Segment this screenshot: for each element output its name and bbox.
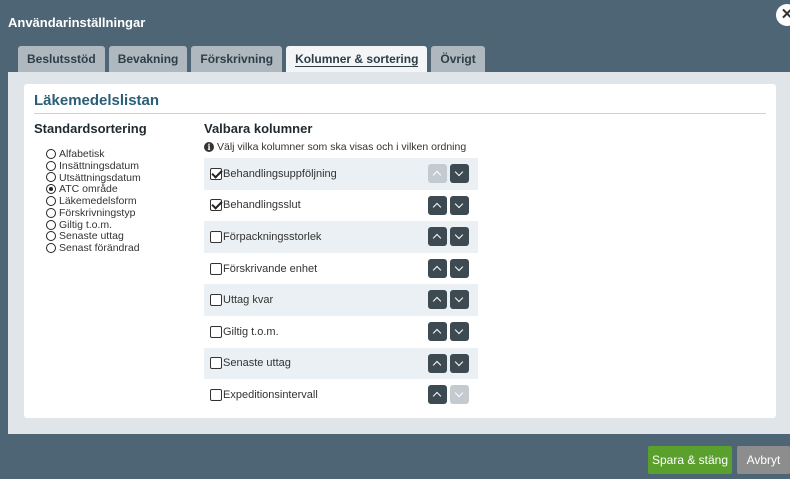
section-title: Läkemedelslistan bbox=[34, 92, 160, 109]
column-checkbox[interactable] bbox=[210, 357, 222, 370]
tab-kolumner-sortering[interactable]: Kolumner & sortering bbox=[286, 46, 428, 72]
settings-card: Läkemedelslistan Standardsortering Valba… bbox=[24, 84, 776, 418]
sort-option[interactable]: Senaste uttag bbox=[46, 230, 141, 243]
sort-option[interactable]: Utsättningsdatum bbox=[46, 172, 141, 184]
radio-button[interactable] bbox=[46, 160, 56, 171]
reorder-buttons bbox=[428, 164, 469, 183]
column-checkbox[interactable] bbox=[210, 230, 222, 243]
columns-list: Behandlingsuppföljning Behandlingsslut För… bbox=[204, 158, 478, 411]
sorting-heading: Standardsortering bbox=[34, 121, 147, 136]
column-checkbox[interactable] bbox=[210, 199, 222, 212]
tab-bevakning[interactable]: Bevakning bbox=[108, 46, 188, 72]
move-up-icon[interactable] bbox=[428, 353, 447, 373]
column-label: Förskrivande enhet bbox=[223, 262, 318, 275]
radio-button[interactable] bbox=[46, 148, 56, 159]
column-row: Giltig t.o.m. bbox=[204, 316, 478, 348]
move-up-icon[interactable] bbox=[428, 227, 447, 247]
sort-option-label: Insättningsdatum bbox=[59, 159, 139, 172]
sort-option-label: Utsättningsdatum bbox=[59, 171, 141, 184]
sort-option[interactable]: Alfabetisk bbox=[46, 148, 141, 160]
sort-option[interactable]: Läkemedelsform bbox=[46, 195, 141, 207]
save-close-button[interactable]: Spara & stäng bbox=[648, 446, 732, 474]
tab-forskrivning[interactable]: Förskrivning bbox=[191, 46, 283, 72]
column-checkbox[interactable] bbox=[210, 167, 222, 180]
column-label: Behandlingsslut bbox=[223, 199, 301, 212]
radio-button[interactable] bbox=[46, 184, 56, 195]
column-label: Expeditionsintervall bbox=[223, 388, 318, 401]
column-label: Uttag kvar bbox=[223, 294, 274, 307]
move-up-icon[interactable] bbox=[428, 258, 447, 278]
radio-button[interactable] bbox=[46, 243, 56, 254]
move-down-icon[interactable] bbox=[450, 227, 469, 247]
move-up-icon[interactable] bbox=[428, 321, 447, 341]
sort-option-label: Giltig t.o.m. bbox=[59, 218, 113, 231]
column-label: Giltig t.o.m. bbox=[223, 325, 279, 338]
radio-button[interactable] bbox=[46, 219, 56, 230]
move-down-icon[interactable] bbox=[450, 353, 469, 373]
column-label: Behandlingsuppföljning bbox=[223, 167, 337, 180]
move-down-icon[interactable] bbox=[450, 290, 469, 310]
reorder-buttons bbox=[428, 321, 469, 341]
cancel-button[interactable]: Avbryt bbox=[737, 446, 790, 474]
sort-option-label: ATC område bbox=[59, 183, 118, 196]
tab-beslutsstod[interactable]: Beslutsstöd bbox=[18, 46, 105, 72]
column-row: Expeditionsintervall bbox=[204, 379, 478, 411]
columns-heading: Valbara kolumner bbox=[204, 121, 313, 136]
column-row: Behandlingsuppföljning bbox=[204, 158, 478, 190]
radio-button[interactable] bbox=[46, 172, 56, 183]
radio-button[interactable] bbox=[46, 231, 56, 242]
radio-button[interactable] bbox=[46, 196, 56, 207]
column-checkbox[interactable] bbox=[210, 294, 222, 307]
sort-option-label: Alfabetisk bbox=[59, 147, 105, 160]
sorting-options: Alfabetisk Insättningsdatum Utsättningsdat… bbox=[46, 148, 141, 254]
radio-button[interactable] bbox=[46, 207, 56, 218]
column-row: Förpackningsstorlek bbox=[204, 221, 478, 253]
reorder-buttons bbox=[428, 258, 469, 278]
column-checkbox[interactable] bbox=[210, 388, 222, 401]
column-label: Förpackningsstorlek bbox=[223, 230, 322, 243]
sort-option-label: Senaste uttag bbox=[59, 230, 124, 243]
columns-info-text: Välj vilka kolumner som ska visas och i … bbox=[217, 141, 467, 153]
tab-ovrigt[interactable]: Övrigt bbox=[431, 46, 485, 72]
sort-option-label: Läkemedelsform bbox=[59, 195, 137, 208]
sort-option[interactable]: ATC område bbox=[46, 183, 141, 195]
column-checkbox[interactable] bbox=[210, 262, 222, 275]
sort-option[interactable]: Insättningsdatum bbox=[46, 160, 141, 172]
move-up-icon bbox=[428, 164, 447, 183]
columns-info: i Välj vilka kolumner som ska visas och … bbox=[204, 141, 466, 153]
reorder-buttons bbox=[428, 290, 469, 310]
move-up-icon[interactable] bbox=[428, 290, 447, 310]
column-row: Senaste uttag bbox=[204, 347, 478, 380]
move-down-icon bbox=[450, 385, 469, 405]
section-divider bbox=[34, 113, 766, 114]
move-up-icon[interactable] bbox=[428, 195, 447, 215]
sort-option[interactable]: Förskrivningstyp bbox=[46, 207, 141, 219]
move-up-icon[interactable] bbox=[428, 385, 447, 405]
move-down-icon[interactable] bbox=[450, 164, 469, 183]
tab-bar: Beslutsstöd Bevakning Förskrivning Kolum… bbox=[18, 46, 485, 72]
reorder-buttons bbox=[428, 385, 469, 405]
sort-option[interactable]: Senast förändrad bbox=[46, 242, 141, 254]
dialog-title: Användarinställningar bbox=[8, 15, 146, 30]
column-checkbox[interactable] bbox=[210, 325, 222, 338]
column-label: Senaste uttag bbox=[223, 357, 291, 370]
move-down-icon[interactable] bbox=[450, 258, 469, 278]
reorder-buttons bbox=[428, 227, 469, 247]
reorder-buttons bbox=[428, 353, 469, 373]
column-row: Behandlingsslut bbox=[204, 190, 478, 222]
reorder-buttons bbox=[428, 195, 469, 215]
info-icon: i bbox=[204, 142, 214, 152]
column-row: Uttag kvar bbox=[204, 284, 478, 316]
move-down-icon[interactable] bbox=[450, 321, 469, 341]
tab-panel: Läkemedelslistan Standardsortering Valba… bbox=[8, 72, 790, 434]
move-down-icon[interactable] bbox=[450, 195, 469, 215]
column-row: Förskrivande enhet bbox=[204, 253, 478, 285]
sort-option-label: Senast förändrad bbox=[59, 242, 140, 255]
sort-option[interactable]: Giltig t.o.m. bbox=[46, 219, 141, 231]
close-icon[interactable]: ✕ bbox=[776, 4, 790, 26]
sort-option-label: Förskrivningstyp bbox=[59, 206, 136, 219]
